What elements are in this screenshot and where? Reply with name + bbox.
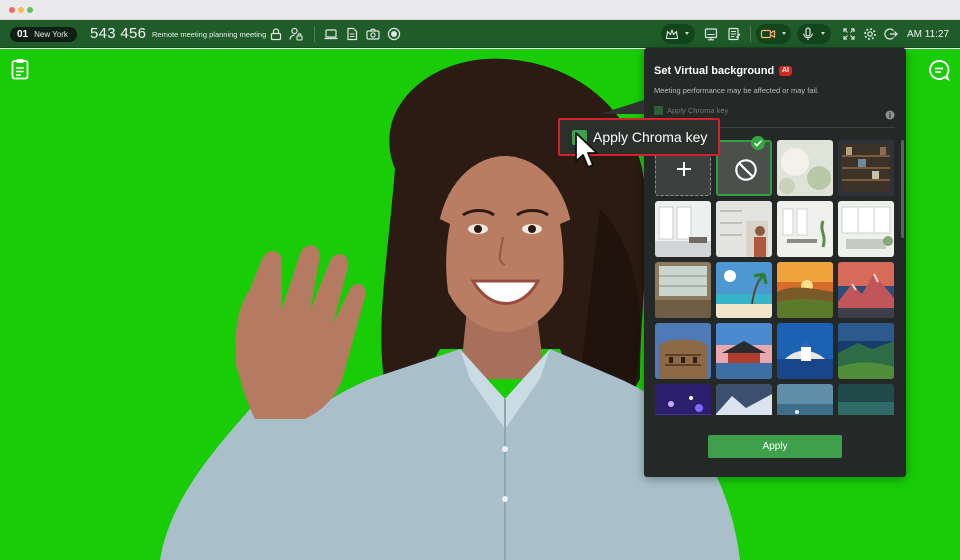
video-icon[interactable] (760, 26, 776, 42)
background-grid (654, 139, 897, 415)
panel-title: Set Virtual background (654, 65, 775, 77)
background-thumbnail[interactable] (838, 323, 894, 379)
ban-icon (735, 159, 757, 181)
virtual-background-panel: Set Virtual background AI Meeting perfor… (644, 48, 906, 477)
chat-icon[interactable] (928, 59, 950, 81)
fullscreen-icon[interactable] (841, 26, 857, 42)
background-thumbnail[interactable] (838, 262, 894, 318)
chroma-key-checkbox[interactable] (654, 106, 663, 115)
background-thumbnail[interactable] (777, 323, 833, 379)
record-icon[interactable] (386, 26, 402, 42)
ai-badge: AI (779, 66, 792, 76)
lock-icon[interactable] (268, 26, 284, 42)
background-thumbnail[interactable] (655, 262, 711, 318)
background-thumbnail[interactable] (655, 384, 711, 415)
background-thumbnail[interactable] (777, 384, 833, 415)
room-city: New York (34, 30, 68, 39)
minimize-window-button[interactable] (18, 7, 24, 13)
chroma-key-label: Apply Chroma key (667, 106, 729, 115)
app-window: 01 New York 543 456 Remote meeting plann… (0, 0, 960, 560)
crown-icon[interactable] (664, 26, 680, 42)
toolbar-divider (314, 26, 315, 42)
microphone-icon[interactable] (800, 26, 816, 42)
window-titlebar (0, 0, 960, 20)
background-thumbnail[interactable] (777, 262, 833, 318)
meeting-title: Remote meeting planning meeting (152, 30, 267, 39)
panel-warning: Meeting performance may be affected or m… (654, 86, 819, 95)
clipboard-icon[interactable] (11, 58, 29, 80)
background-thumbnail[interactable] (777, 201, 833, 257)
chevron-down-icon[interactable] (821, 32, 825, 35)
background-thumbnail[interactable] (716, 262, 772, 318)
meeting-id: 543 456 (90, 25, 147, 42)
background-thumbnail[interactable] (655, 201, 711, 257)
room-badge[interactable]: 01 New York (10, 27, 77, 42)
apply-button[interactable]: Apply (708, 435, 842, 458)
camera-icon[interactable] (365, 26, 381, 42)
user-lock-icon[interactable] (288, 26, 304, 42)
background-thumbnail[interactable] (716, 323, 772, 379)
toolbar-divider (750, 26, 751, 42)
background-thumbnail[interactable] (655, 323, 711, 379)
notes-icon[interactable] (726, 26, 742, 42)
info-icon[interactable] (885, 107, 895, 120)
panel-scrollbar[interactable] (901, 140, 904, 238)
check-icon (751, 136, 765, 150)
clock: AM 11:27 (907, 29, 950, 40)
background-thumbnail[interactable] (716, 201, 772, 257)
chevron-down-icon[interactable] (685, 32, 689, 35)
background-thumbnail[interactable] (777, 140, 833, 196)
document-icon[interactable] (344, 26, 360, 42)
gear-icon[interactable] (862, 26, 878, 42)
background-thumbnail[interactable] (838, 201, 894, 257)
mouse-pointer-icon (574, 131, 598, 171)
callout-pointer (600, 100, 644, 114)
chroma-key-option[interactable]: Apply Chroma key (654, 106, 728, 115)
background-thumbnail[interactable] (716, 384, 772, 415)
chevron-down-icon[interactable] (782, 32, 786, 35)
screen-icon[interactable] (703, 26, 719, 42)
exit-icon[interactable] (883, 26, 899, 42)
maximize-window-button[interactable] (27, 7, 33, 13)
laptop-icon[interactable] (323, 26, 339, 42)
meeting-toolbar: 01 New York 543 456 Remote meeting plann… (0, 20, 960, 48)
room-number: 01 (17, 29, 29, 40)
chroma-key-label-zoomed: Apply Chroma key (593, 129, 708, 145)
background-thumbnail[interactable] (838, 140, 894, 196)
close-window-button[interactable] (9, 7, 15, 13)
background-thumbnail[interactable] (838, 384, 894, 415)
